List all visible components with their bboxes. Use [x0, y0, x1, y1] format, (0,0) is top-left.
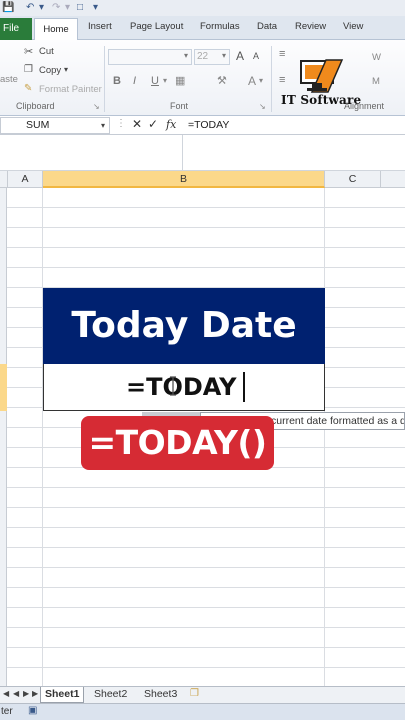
- italic-button[interactable]: I: [133, 75, 136, 87]
- select-all-corner[interactable]: [0, 171, 8, 188]
- font-name-dropdown-icon[interactable]: ▾: [184, 51, 188, 60]
- status-mode: ter: [1, 706, 13, 717]
- it-software-logo: [300, 59, 344, 93]
- font-size-combo[interactable]: 22 ▾: [194, 49, 230, 65]
- font-color-button[interactable]: A: [248, 74, 256, 88]
- tab-page-layout[interactable]: Page Layout: [130, 21, 183, 32]
- underline-button[interactable]: U: [151, 75, 159, 87]
- active-cell[interactable]: =TODAY: [43, 364, 325, 411]
- next-sheet-icon[interactable]: ▶: [23, 689, 29, 698]
- bold-button[interactable]: B: [113, 75, 121, 87]
- row-headers[interactable]: [0, 188, 7, 686]
- sheet-tabs-bar: ◀ ◀ ▶ ▶ Sheet1 Sheet2 Sheet3 ❐: [0, 686, 405, 703]
- font-size-dropdown-icon[interactable]: ▾: [222, 51, 226, 60]
- shrink-font-button[interactable]: A: [253, 51, 259, 61]
- merge-center-button[interactable]: M: [372, 76, 380, 87]
- undo-dropdown-icon[interactable]: ▾: [39, 2, 44, 13]
- column-header-a[interactable]: A: [8, 171, 43, 188]
- text-cursor: [243, 372, 245, 402]
- format-painter-button[interactable]: Format Painter: [39, 84, 102, 95]
- overlay-banner: =TODAY(): [81, 416, 274, 470]
- font-color-dropdown-icon[interactable]: ▾: [259, 76, 263, 85]
- copy-dropdown-icon[interactable]: ▾: [64, 65, 68, 74]
- tab-review[interactable]: Review: [295, 21, 326, 32]
- tab-insert[interactable]: Insert: [88, 21, 112, 32]
- tab-home[interactable]: Home: [34, 18, 78, 41]
- cancel-entry-icon[interactable]: ✕: [132, 117, 142, 131]
- undo-icon[interactable]: ↶: [26, 2, 34, 13]
- formula-bar-divider: [182, 135, 183, 171]
- cell-formula-text: =TODAY: [126, 373, 237, 401]
- column-headers: A B C: [0, 171, 405, 188]
- ibeam-cursor-icon: [170, 376, 176, 396]
- sheet-tab-2[interactable]: Sheet2: [90, 687, 131, 703]
- name-box[interactable]: SUM ▾: [0, 117, 110, 134]
- new-document-icon[interactable]: □: [77, 2, 83, 13]
- formula-bar-expanded-area: [0, 135, 405, 171]
- first-sheet-icon[interactable]: ◀: [3, 689, 9, 698]
- copy-icon[interactable]: ❐: [24, 64, 33, 75]
- ribbon-separator: [271, 46, 272, 112]
- clipboard-group-label: Clipboard: [16, 101, 55, 111]
- underline-dropdown-icon[interactable]: ▾: [163, 76, 167, 85]
- tab-data[interactable]: Data: [257, 21, 277, 32]
- column-header-b[interactable]: B: [43, 171, 325, 188]
- customize-toolbar-icon[interactable]: ▾: [93, 2, 98, 13]
- ribbon-tabs: File Home Insert Page Layout Formulas Da…: [0, 16, 405, 41]
- status-bar: ter ▣: [0, 703, 405, 720]
- clipboard-launcher-icon[interactable]: ↘: [93, 102, 100, 111]
- ribbon-separator: [104, 46, 105, 112]
- font-name-combo[interactable]: [108, 49, 192, 65]
- font-size-value: 22: [197, 51, 209, 62]
- scissors-icon[interactable]: ✂: [24, 45, 33, 58]
- tab-view[interactable]: View: [343, 21, 363, 32]
- cut-button[interactable]: Cut: [39, 46, 54, 57]
- name-box-value: SUM: [26, 119, 50, 131]
- logo-text: IT Software: [281, 93, 362, 107]
- sheet-tab-3[interactable]: Sheet3: [140, 687, 181, 703]
- tab-file[interactable]: File: [0, 18, 32, 40]
- insert-function-icon[interactable]: fx: [166, 118, 176, 131]
- grow-font-button[interactable]: A: [236, 49, 244, 63]
- wrap-text-button[interactable]: W: [372, 52, 381, 63]
- quick-access-toolbar: 💾 ↶ ▾ ↷ ▾ □ ▾: [0, 0, 405, 16]
- formula-input[interactable]: =TODAY: [188, 119, 229, 131]
- grip-icon: ⋮: [116, 118, 126, 129]
- borders-icon[interactable]: ▦: [175, 74, 185, 87]
- last-sheet-icon[interactable]: ▶: [32, 689, 38, 698]
- fill-color-icon[interactable]: ⚒: [217, 74, 227, 87]
- redo-dropdown-icon[interactable]: ▾: [65, 2, 70, 13]
- active-row-header[interactable]: [0, 364, 7, 411]
- paste-button-label[interactable]: aste: [0, 74, 18, 85]
- sheet-tab-1[interactable]: Sheet1: [40, 687, 85, 703]
- copy-button[interactable]: Copy: [39, 65, 61, 76]
- formula-bar-buttons: ⋮ ✕ ✓ fx: [116, 116, 182, 135]
- font-group-label: Font: [170, 101, 189, 111]
- align-top-icon[interactable]: ≡: [279, 48, 285, 60]
- tab-formulas[interactable]: Formulas: [200, 21, 240, 32]
- formula-bar: SUM ▾ ⋮ ✕ ✓ fx =TODAY: [0, 116, 405, 135]
- redo-icon[interactable]: ↷: [52, 2, 60, 13]
- format-painter-icon[interactable]: ✎: [24, 83, 32, 94]
- column-header-c[interactable]: C: [325, 171, 381, 188]
- insert-sheet-icon[interactable]: ❐: [190, 688, 199, 699]
- align-left-icon[interactable]: ≡: [279, 74, 285, 86]
- confirm-entry-icon[interactable]: ✓: [148, 117, 158, 131]
- name-box-dropdown-icon[interactable]: ▾: [101, 118, 105, 133]
- macro-record-icon[interactable]: ▣: [28, 705, 37, 716]
- font-launcher-icon[interactable]: ↘: [259, 102, 266, 111]
- title-cell[interactable]: Today Date: [43, 288, 325, 364]
- save-icon[interactable]: 💾: [2, 2, 14, 13]
- prev-sheet-icon[interactable]: ◀: [13, 689, 19, 698]
